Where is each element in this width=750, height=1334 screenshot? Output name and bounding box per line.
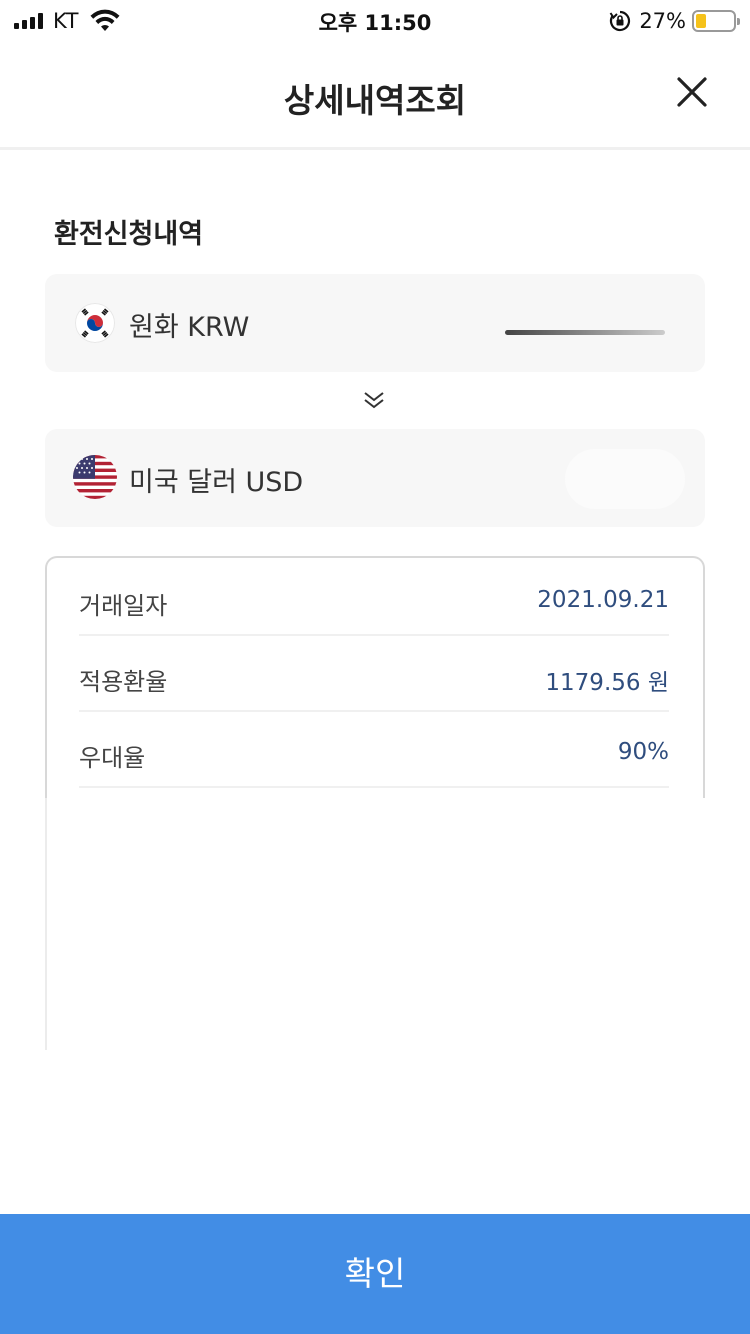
detail-label: 거래일자 xyxy=(79,592,168,620)
to-currency-name: 미국 달러 USD xyxy=(129,467,304,498)
battery-level-fill xyxy=(696,14,706,28)
detail-value: 2021.09.21 xyxy=(537,587,669,613)
to-amount-redacted xyxy=(565,449,685,509)
detail-label: 우대율 xyxy=(79,744,146,772)
confirm-button[interactable]: 확인 xyxy=(0,1214,750,1334)
detail-value: 1179.56 원 xyxy=(545,670,669,696)
status-bar-right: 27% xyxy=(609,8,740,34)
battery-percentage: 27% xyxy=(639,9,686,33)
detail-value: 90% xyxy=(617,739,669,765)
from-amount-redacted xyxy=(505,330,665,335)
section-title: 환전신청내역 xyxy=(54,219,204,250)
orientation-lock-icon xyxy=(609,10,631,32)
detail-box-border xyxy=(45,798,47,1050)
korea-flag-icon xyxy=(75,303,115,343)
transaction-details: 거래일자 2021.09.21 적용환율 1179.56 원 우대율 90% xyxy=(45,556,705,798)
detail-row-rate: 적용환율 1179.56 원 xyxy=(79,636,669,712)
status-bar: KT 오후 11:50 27% xyxy=(0,0,750,44)
double-chevron-down-icon xyxy=(364,392,384,409)
header: 상세내역조회 xyxy=(0,44,750,150)
detail-row-preferential-rate: 우대율 90% xyxy=(79,712,669,788)
detail-label: 적용환율 xyxy=(79,668,168,696)
from-currency-name: 원화 KRW xyxy=(129,312,250,343)
detail-row-date: 거래일자 2021.09.21 xyxy=(79,560,669,636)
battery-icon xyxy=(692,10,740,32)
from-currency-card: 원화 KRW xyxy=(45,274,705,372)
to-currency-card: 미국 달러 USD xyxy=(45,429,705,527)
page-title: 상세내역조회 xyxy=(283,81,467,120)
us-flag-icon xyxy=(73,455,117,499)
close-icon[interactable] xyxy=(672,72,712,112)
